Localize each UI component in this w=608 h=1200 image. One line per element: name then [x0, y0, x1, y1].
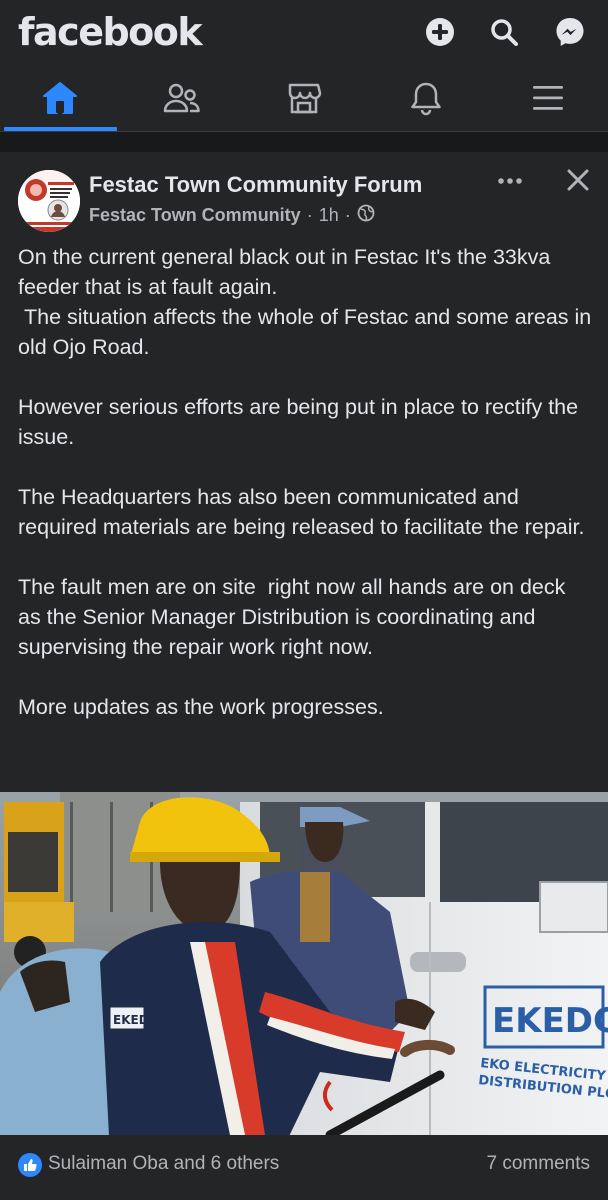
more-options-button[interactable] — [492, 168, 528, 194]
uniform-badge-text: EKEDC — [113, 1013, 158, 1027]
marketplace-icon — [286, 81, 322, 120]
tab-menu[interactable] — [492, 70, 604, 130]
create-icon[interactable] — [424, 16, 456, 48]
post-card: Festac Town Community Forum Festac Town … — [0, 152, 608, 1200]
reactions-bar: Sulaiman Oba and 6 others 7 comments — [0, 1135, 608, 1200]
feed-separator — [0, 132, 608, 152]
group-avatar[interactable] — [18, 170, 80, 232]
tab-notifications[interactable] — [370, 70, 482, 130]
comments-count[interactable]: 7 comments — [487, 1153, 590, 1175]
globe-icon — [357, 204, 375, 227]
home-icon — [42, 81, 78, 120]
post-text: On the current general black out in Fest… — [18, 245, 592, 719]
post-photo[interactable]: EKEDC EKO ELECTRICITY DISTRIBUTION PLC E… — [0, 792, 608, 1135]
tab-home[interactable] — [4, 70, 116, 130]
post-meta: Festac Town Community · 1h · — [89, 204, 375, 227]
friends-icon — [163, 82, 201, 119]
facebook-logo[interactable]: facebook — [18, 10, 203, 54]
tab-friends[interactable] — [126, 70, 238, 130]
tab-marketplace[interactable] — [248, 70, 360, 130]
meta-separator: · — [344, 205, 351, 225]
more-dots-icon — [497, 172, 523, 190]
reactors-text[interactable]: Sulaiman Oba and 6 others — [48, 1153, 279, 1175]
post-timestamp[interactable]: 1h — [319, 205, 339, 226]
tab-bar — [0, 70, 608, 132]
search-icon[interactable] — [488, 16, 520, 48]
top-app-bar: facebook — [0, 0, 608, 70]
bell-icon — [409, 80, 443, 121]
hide-post-button[interactable] — [562, 166, 594, 198]
messenger-icon[interactable] — [554, 16, 586, 48]
meta-separator: · — [306, 205, 313, 225]
van-logo-text: EKEDC — [492, 1001, 608, 1041]
close-icon — [566, 168, 590, 197]
post-author-link[interactable]: Festac Town Community — [89, 205, 301, 226]
group-name-link[interactable]: Festac Town Community Forum — [89, 172, 422, 198]
active-tab-indicator — [4, 127, 117, 131]
hamburger-menu-icon — [531, 83, 565, 118]
like-reaction-icon[interactable] — [18, 1153, 42, 1177]
